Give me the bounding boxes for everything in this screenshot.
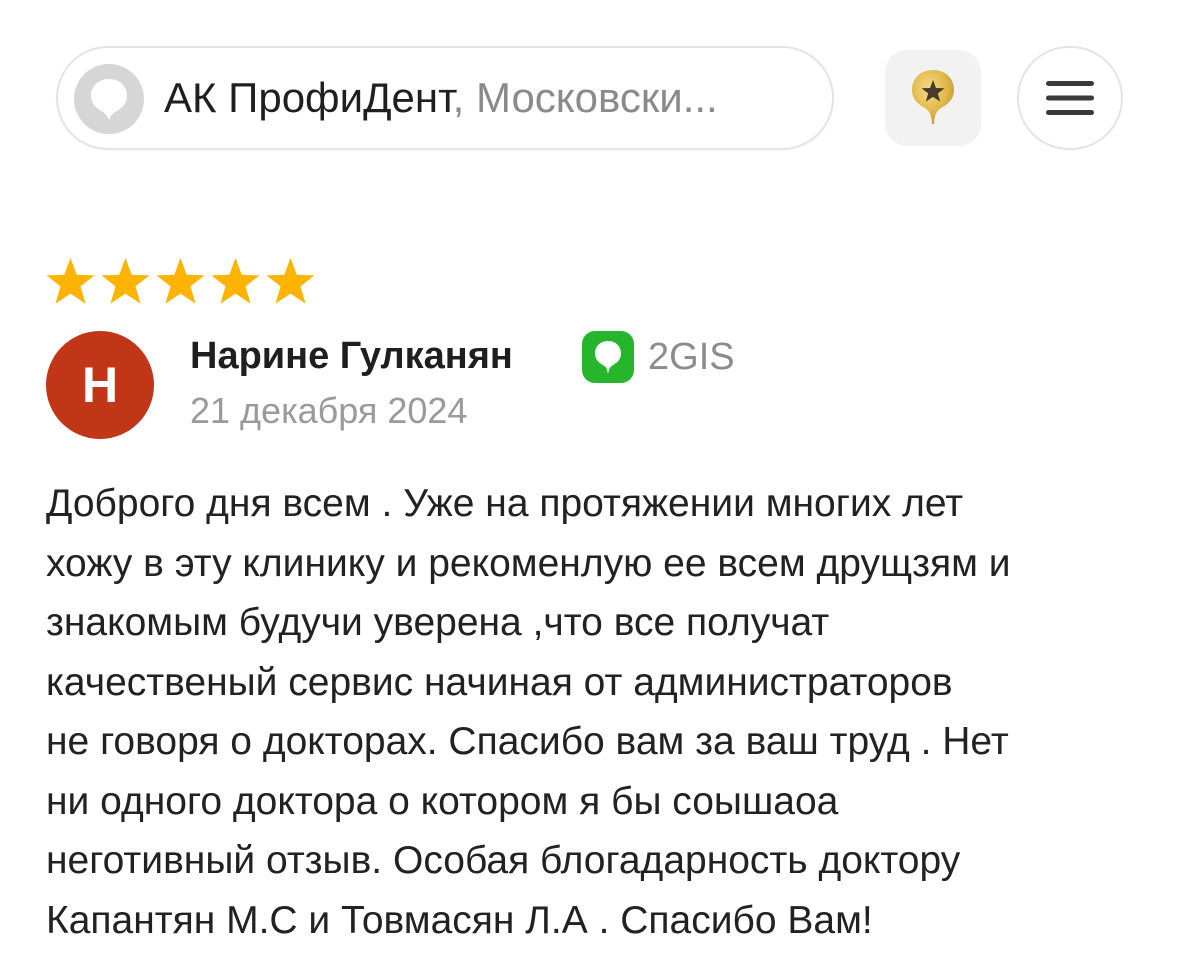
place-title: АК ПрофиДент, Московски... [164, 48, 802, 148]
review-text-line: неготивный отзыв. Особая блогадарность д… [46, 839, 961, 882]
2gis-logo-icon [74, 64, 144, 134]
review-text-line: хожу в эту клинику и рекоменлую ее всем … [46, 541, 1011, 585]
star-icon [266, 258, 315, 304]
review-text-line: Доброго дня всем . Уже на протяжении мно… [46, 482, 964, 525]
author-name: Нарине Гулканян [190, 335, 513, 377]
source-name: 2GIS [648, 336, 735, 378]
star-pin-icon [912, 70, 954, 124]
avatar: Н [46, 331, 154, 439]
review-text-line: не говоря о докторах. Спасибо вам за ваш… [46, 720, 1009, 763]
avatar-initial: Н [81, 357, 119, 413]
review-text-line: ни одного доктора о котором я бы соышаоа [46, 779, 839, 823]
review-text: Доброго дня всем . Уже на протяжении мно… [46, 474, 1146, 950]
company-address: , Московски... [452, 74, 718, 121]
star-icon [211, 258, 260, 304]
review-text-line: знакомым будучи уверена ,что все получат [46, 601, 830, 644]
review-source-badge: 2GIS [582, 331, 735, 383]
menu-button[interactable] [1017, 46, 1123, 150]
2gis-source-icon [582, 331, 634, 383]
company-name: АК ПрофиДент [164, 74, 453, 121]
favorite-button[interactable] [885, 50, 981, 146]
rating-stars [44, 256, 317, 308]
star-icon [156, 258, 205, 304]
review-date: 21 декабря 2024 [190, 390, 468, 431]
review-text-line: Капантян М.С и Товмасян Л.А . Спасибо Ва… [46, 898, 873, 942]
hamburger-menu-icon [1046, 81, 1094, 115]
star-icon [101, 258, 150, 304]
place-search-pill[interactable]: АК ПрофиДент, Московски... [56, 46, 834, 150]
review-text-line: качественый сервис начиная от администра… [46, 660, 953, 704]
star-icon [46, 258, 95, 304]
